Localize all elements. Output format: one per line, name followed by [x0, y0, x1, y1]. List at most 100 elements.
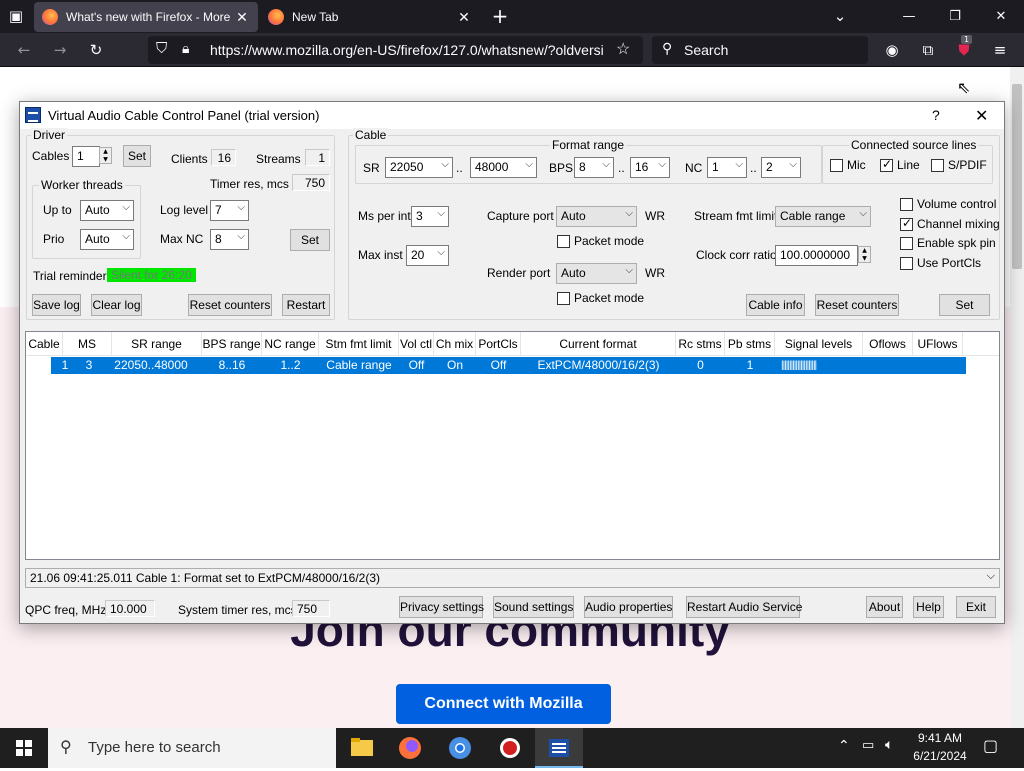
save-log-button[interactable]: Save log [32, 294, 81, 316]
bps-from-select[interactable]: 8 ⌵ [574, 157, 614, 178]
col-header-oflows[interactable]: Oflows [863, 332, 913, 356]
log-level-select[interactable]: 7 ⌵ [210, 200, 249, 221]
forward-arrow-icon[interactable]: → [48, 38, 72, 62]
col-header-sr-range[interactable]: SR range [112, 332, 202, 356]
close-tab-icon[interactable]: ✕ [456, 9, 472, 26]
line-checkbox[interactable]: Line [880, 157, 920, 172]
use-portcls-checkbox[interactable]: Use PortCls [900, 256, 981, 270]
ms-per-int-select[interactable]: 3 ⌵ [411, 206, 449, 227]
firefox-taskbar-icon[interactable] [386, 728, 434, 768]
record-icon[interactable] [486, 728, 534, 768]
cable-set-button[interactable]: Set [939, 294, 990, 316]
clock-corr-ratio-input[interactable]: 100.0000000 [775, 245, 858, 266]
clock-time[interactable]: 9:41 AM [912, 731, 968, 745]
checkbox-box[interactable] [557, 234, 570, 248]
menu-hamburger-icon[interactable]: ≡ [988, 38, 1012, 62]
col-header-pb-stms[interactable]: Pb stms [725, 332, 775, 356]
exit-button[interactable]: Exit [956, 596, 996, 618]
col-header-bps-range[interactable]: BPS range [202, 332, 262, 356]
restore-button[interactable]: ❐ [932, 0, 978, 33]
col-header-ms[interactable]: MS [63, 332, 112, 356]
bps-to-select[interactable]: 16 ⌵ [630, 157, 670, 178]
render-packet-mode-checkbox[interactable]: Packet mode [557, 291, 644, 305]
col-header-uflows[interactable]: UFlows [913, 332, 963, 356]
col-header-cable[interactable]: Cable [26, 332, 63, 356]
chrome-icon[interactable] [436, 728, 484, 768]
back-arrow-icon[interactable]: ← [12, 38, 36, 62]
checkbox-box[interactable] [931, 158, 944, 172]
up-to-select[interactable]: Auto ⌵ [80, 200, 134, 221]
start-windows-icon[interactable] [0, 728, 48, 768]
nc-from-select[interactable]: 1 ⌵ [707, 157, 747, 178]
footer-help-button[interactable]: Help [913, 596, 944, 618]
reload-icon[interactable]: ↻ [84, 38, 108, 62]
about-button[interactable]: About [866, 596, 903, 618]
checkbox-box[interactable] [900, 197, 913, 211]
restart-button[interactable]: Restart [282, 294, 330, 316]
capture-packet-mode-checkbox[interactable]: Packet mode [557, 234, 644, 248]
url-bar[interactable]: ⛉ 🔒︎ https://www.mozilla.org/en-US/firef… [148, 36, 643, 64]
search-bar[interactable]: ⚲ Search [652, 36, 868, 64]
vac-taskbar-icon[interactable] [535, 728, 583, 768]
checkbox-box[interactable] [830, 158, 843, 172]
cables-spinner[interactable]: ▲ ▼ [99, 147, 112, 164]
restart-audio-service-button[interactable]: Restart Audio Service [686, 596, 802, 618]
tab-new-tab[interactable]: New Tab ✕ [260, 2, 480, 32]
cables-set-button[interactable]: Set [123, 145, 151, 167]
connect-with-mozilla-button[interactable]: Connect with Mozilla [396, 684, 611, 724]
tab-list-icon[interactable]: ▣ [4, 4, 28, 28]
max-inst-select[interactable]: 20 ⌵ [406, 245, 449, 266]
extensions-icon[interactable]: ⧉ [916, 38, 940, 62]
checkbox-box-checked[interactable] [900, 216, 913, 231]
driver-reset-counters-button[interactable]: Reset counters [188, 294, 272, 316]
max-nc-select[interactable]: 8 ⌵ [210, 229, 249, 250]
checkbox-box[interactable] [900, 236, 913, 250]
cables-table[interactable]: Cable MS SR range BPS range NC range Stm… [25, 331, 1000, 560]
col-header-signal-levels[interactable]: Signal levels [775, 332, 863, 356]
clear-log-button[interactable]: Clear log [91, 294, 142, 316]
notifications-icon[interactable]: ▢ [983, 736, 998, 755]
scrollbar-thumb[interactable] [1012, 84, 1022, 269]
clock-corr-spinner[interactable]: ▲ ▼ [858, 246, 871, 263]
enable-spk-pin-checkbox[interactable]: Enable spk pin [900, 236, 996, 250]
render-port-select[interactable]: Auto ⌵ [556, 263, 637, 284]
col-header-nc-range[interactable]: NC range [262, 332, 319, 356]
account-icon[interactable]: ◉ [880, 38, 904, 62]
help-button[interactable]: ? [932, 107, 940, 123]
spdif-checkbox[interactable]: S/PDIF [931, 158, 987, 172]
new-tab-button[interactable]: + [488, 4, 512, 28]
sr-to-select[interactable]: 48000 ⌵ [470, 157, 537, 178]
mic-checkbox[interactable]: Mic [830, 158, 866, 172]
chevron-down-icon[interactable]: ⌵ [987, 570, 995, 583]
file-explorer-icon[interactable] [338, 728, 386, 768]
cable-reset-counters-button[interactable]: Reset counters [815, 294, 899, 316]
checkbox-box-checked[interactable] [880, 157, 893, 172]
volume-control-checkbox[interactable]: Volume control [900, 197, 996, 211]
shield-icon[interactable]: ⛉ [156, 40, 167, 57]
event-log-dropdown[interactable]: 21.06 09:41:25.011 Cable 1: Format set t… [25, 568, 1000, 588]
stream-fmt-limit-select[interactable]: Cable range ⌵ [775, 206, 871, 227]
col-header-portcls[interactable]: PortCls [476, 332, 521, 356]
url-text[interactable]: https://www.mozilla.org/en-US/firefox/12… [210, 42, 608, 58]
tab-overflow-chevron-icon[interactable]: ⌄ [828, 4, 852, 28]
lock-icon[interactable]: 🔒︎ [182, 40, 189, 57]
privacy-settings-button[interactable]: Privacy settings [399, 596, 484, 618]
sr-from-select[interactable]: 22050 ⌵ [385, 157, 453, 178]
cable-info-button[interactable]: Cable info [746, 294, 805, 316]
close-window-button[interactable]: ✕ [978, 0, 1024, 33]
col-header-ch-mix[interactable]: Ch mix [434, 332, 476, 356]
driver-set-button[interactable]: Set [290, 229, 330, 251]
col-header-current-format[interactable]: Current format [521, 332, 676, 356]
table-row[interactable]: 1 3 22050..48000 8..16 1..2 Cable range … [51, 357, 966, 374]
sound-settings-button[interactable]: Sound settings [493, 596, 574, 618]
col-header-stm-fmt-limit[interactable]: Stm fmt limit [319, 332, 399, 356]
close-tab-icon[interactable]: ✕ [234, 9, 250, 26]
tab-whats-new[interactable]: What's new with Firefox - More ✕ [34, 2, 258, 32]
checkbox-box[interactable] [900, 256, 913, 270]
audio-properties-button[interactable]: Audio properties [584, 596, 673, 618]
channel-mixing-checkbox[interactable]: Channel mixing [900, 216, 1000, 231]
volume-icon[interactable]: 🔈︎ [885, 737, 893, 753]
clock-date[interactable]: 6/21/2024 [910, 749, 970, 763]
network-icon[interactable]: ▭ [862, 738, 874, 753]
taskbar-search-box[interactable]: ⚲ Type here to search [48, 728, 336, 768]
